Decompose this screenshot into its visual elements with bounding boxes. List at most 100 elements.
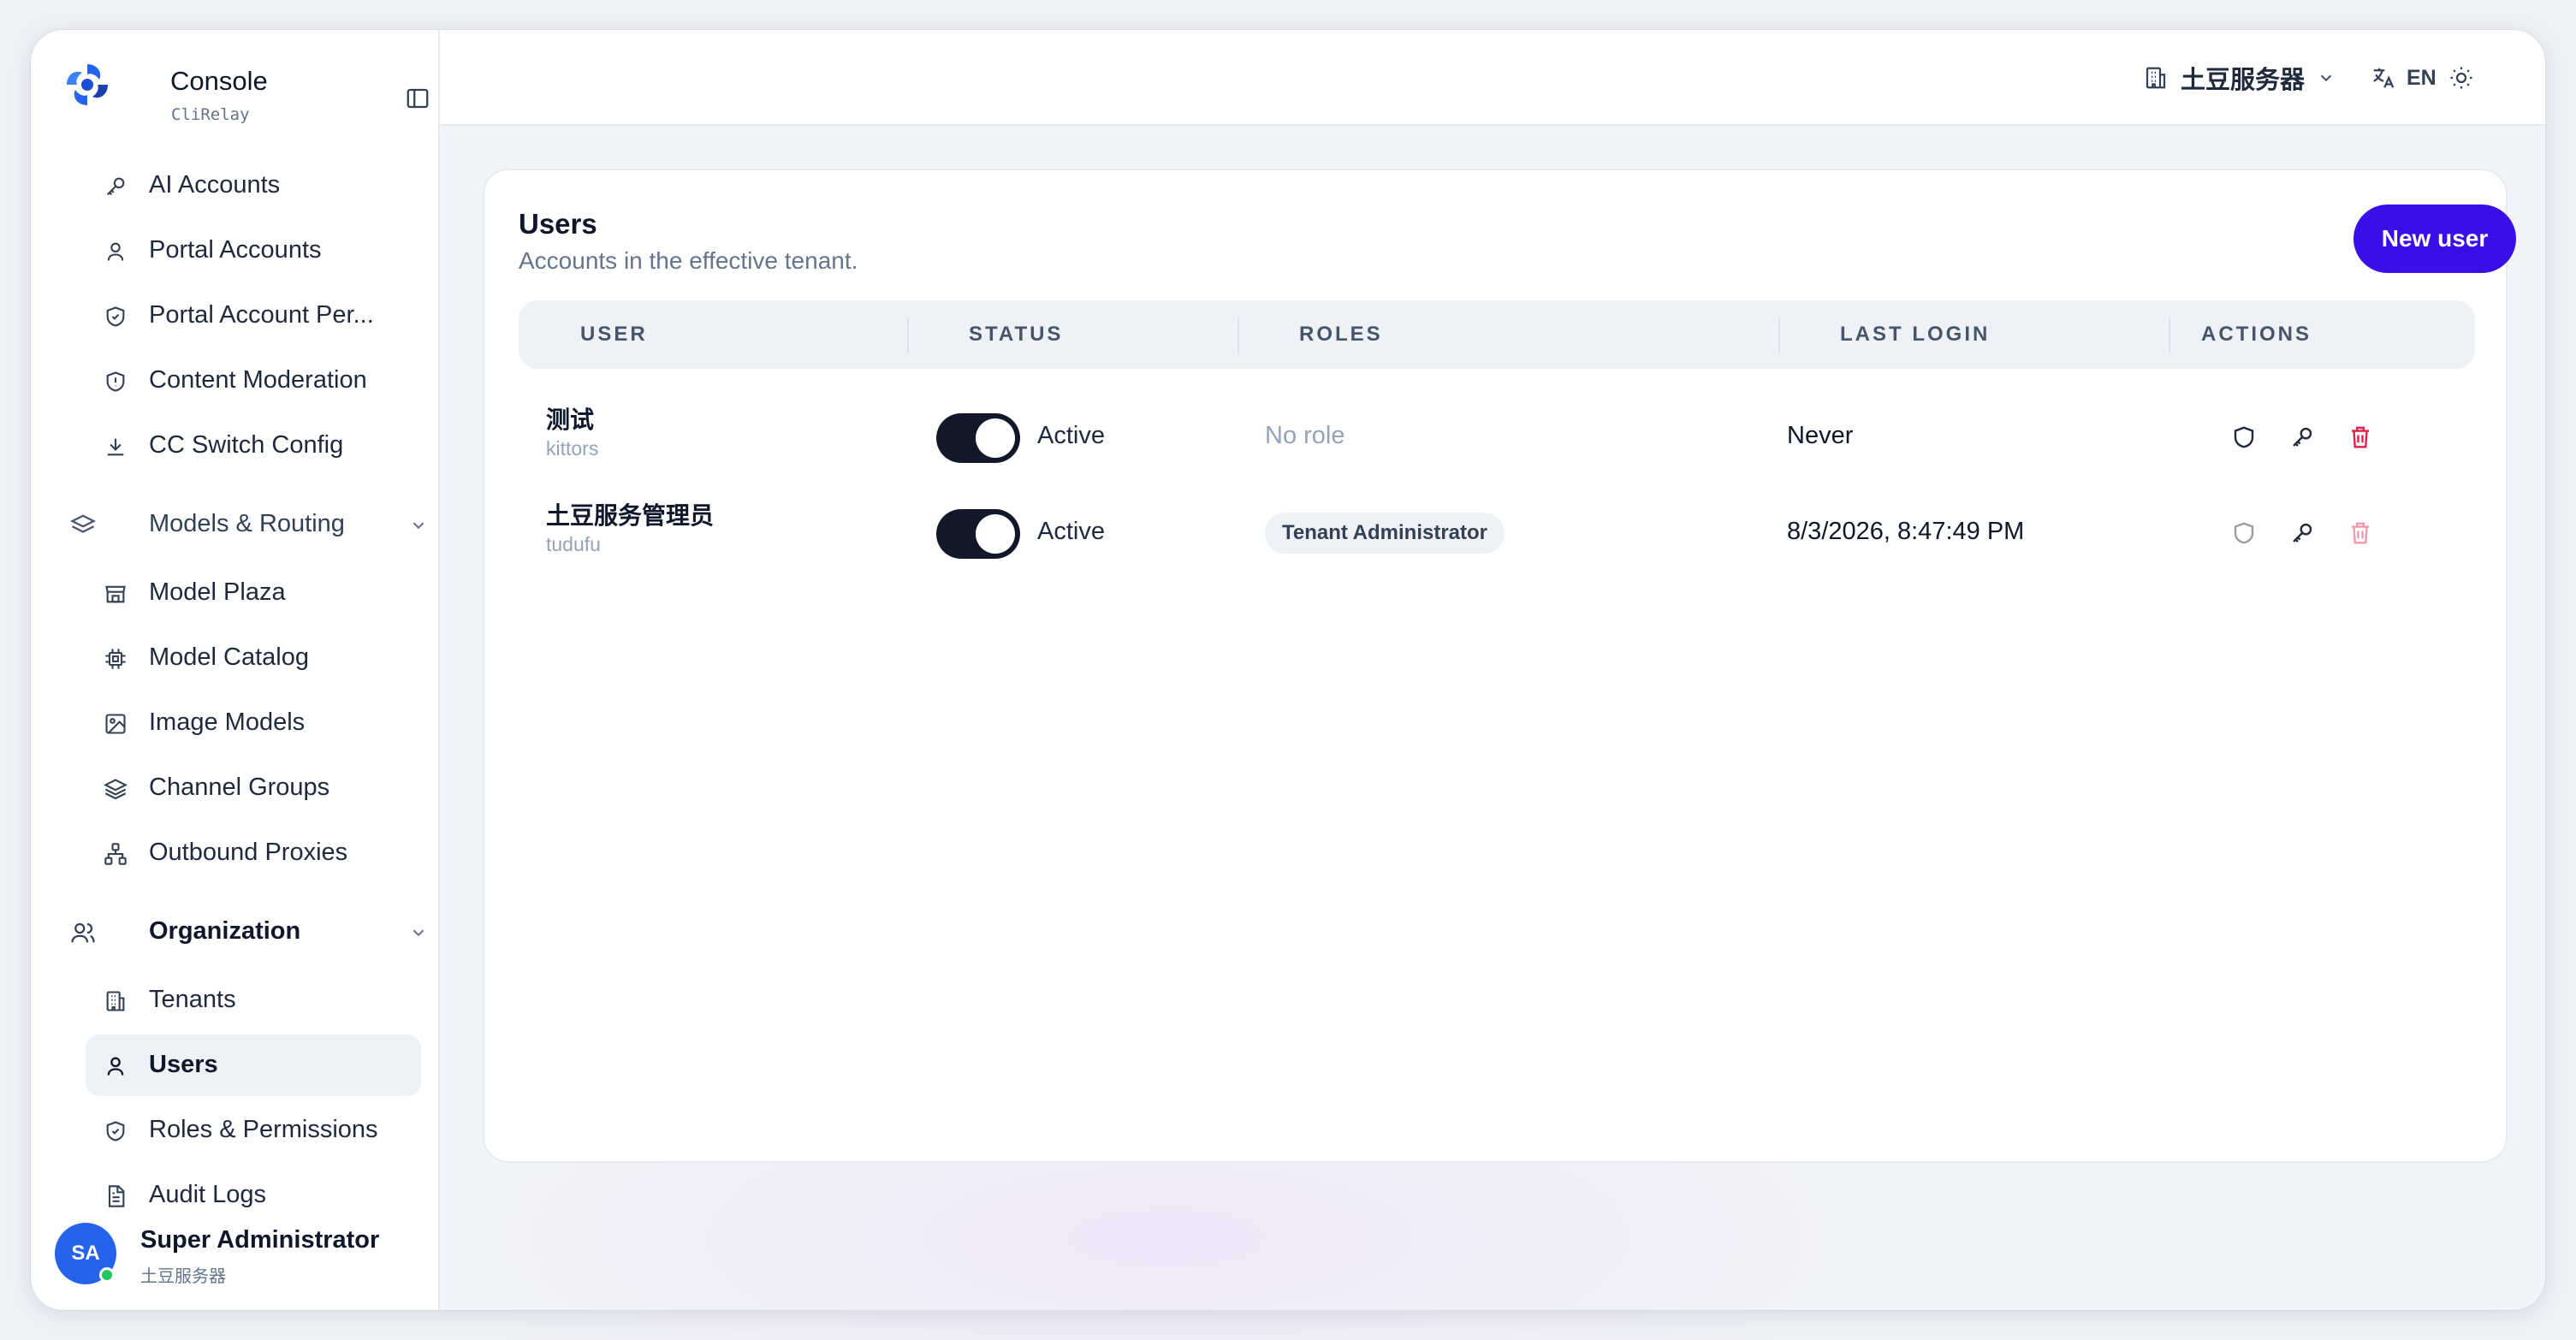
reset-password-button[interactable] [2285,516,2319,550]
sidebar-toggle-button[interactable] [402,83,433,114]
brand-logo-icon [67,64,108,105]
key-icon [103,174,128,199]
tenant-switcher-label: 土豆服务器 [2181,67,2306,94]
status-toggle[interactable] [936,413,1020,463]
sidebar-group-organization[interactable]: Organization [62,901,424,963]
key-icon [2293,427,2312,447]
user-login: tudufu [546,533,601,555]
page-subtitle: Accounts in the effective tenant. [519,247,858,274]
sidebar-item-label: Outbound Proxies [149,839,348,866]
user-display-name: 土豆服务管理员 [546,502,715,529]
trash-icon [2352,426,2369,448]
sidebar-item-label: Model Plaza [149,578,286,606]
sidebar-item-label: Portal Accounts [149,236,322,264]
store-icon [103,581,128,607]
building-icon [103,988,128,1014]
network-icon [103,841,128,867]
chevron-down-icon [413,929,424,937]
column-divider [2169,317,2170,353]
sidebar-item-label: CC Switch Config [149,431,344,459]
permissions-button[interactable] [2227,420,2261,454]
building-icon [2146,67,2166,89]
language-switcher[interactable]: EN [2371,59,2437,97]
last-login-value: Never [1787,422,1854,449]
trash-icon [2352,522,2369,544]
sidebar-item-image-models[interactable]: Image Models [86,692,421,754]
sidebar-item-cc-switch-config[interactable]: CC Switch Config [86,415,421,477]
sidebar-group-label: Organization [149,917,301,945]
sidebar-item-outbound-proxies[interactable]: Outbound Proxies [86,822,421,884]
shield-alert-icon [103,369,128,394]
table-header: USER STATUS ROLES LAST LOGIN ACTIONS [519,300,2475,369]
page-title: Users [519,208,597,240]
user-icon [103,1053,128,1079]
sidebar-item-portal-account-permissions[interactable]: Portal Account Per... [86,285,421,347]
sidebar-item-tenants[interactable]: Tenants [86,969,421,1031]
column-header-actions: ACTIONS [2201,323,2312,346]
user-icon [103,239,128,264]
user-login: kittors [546,437,599,460]
sun-icon [2450,67,2472,89]
delete-user-button[interactable] [2343,516,2377,550]
sidebar-group-label: Models & Routing [149,510,345,537]
file-text-icon [103,1183,128,1209]
sidebar-item-ai-accounts[interactable]: AI Accounts [86,155,421,216]
layers-icon [103,776,128,802]
user-profile[interactable]: SA Super Administrator 土豆服务器 [55,1216,414,1293]
app-window: Console CliRelay AI Accounts Portal Acco… [31,30,2545,1310]
translate-icon [2373,68,2395,88]
role-empty-label: No role [1265,422,1345,449]
table-row: 土豆服务管理员 tudufu Active Tenant Administrat… [519,483,2475,579]
sidebar-item-channel-groups[interactable]: Channel Groups [86,757,421,819]
theme-toggle-button[interactable] [2444,61,2478,95]
shield-check-icon [103,304,128,329]
column-header-user: USER [580,323,648,346]
image-icon [103,711,128,737]
permissions-button[interactable] [2227,516,2261,550]
column-header-last-login: LAST LOGIN [1840,323,1991,346]
sidebar-item-portal-accounts[interactable]: Portal Accounts [86,220,421,282]
last-login-value: 8/3/2026, 8:47:49 PM [1787,518,2025,545]
language-label: EN [2407,65,2437,90]
profile-name: Super Administrator [140,1226,380,1254]
column-header-status: STATUS [969,323,1064,346]
delete-user-button[interactable] [2343,420,2377,454]
profile-tenant: 土豆服务器 [140,1267,226,1286]
chevron-down-icon [2320,74,2332,82]
chevron-down-icon [413,522,424,530]
key-icon [2293,523,2312,543]
status-toggle[interactable] [936,509,1020,559]
users-card: Users Accounts in the effective tenant. … [484,170,2516,1161]
sidebar-item-content-moderation[interactable]: Content Moderation [86,350,421,412]
sidebar-item-model-plaza[interactable]: Model Plaza [86,562,421,624]
brand-subtitle: CliRelay [171,105,250,124]
sidebar-item-label: Channel Groups [149,774,330,801]
reset-password-button[interactable] [2285,420,2319,454]
topbar: 土豆服务器 EN [440,30,2545,126]
table-row: 测试 kittors Active No role Never [519,388,2475,483]
column-divider [1778,317,1780,353]
sidebar-item-users[interactable]: Users [86,1035,421,1096]
new-user-button[interactable]: New user [2353,205,2516,273]
sidebar-group-models-routing[interactable]: Models & Routing [62,494,424,555]
shield-check-icon [103,1118,128,1144]
brand-title: Console [170,66,268,96]
sidebar-item-label: Tenants [149,986,236,1013]
sidebar-item-model-catalog[interactable]: Model Catalog [86,627,421,689]
sidebar: Console CliRelay AI Accounts Portal Acco… [31,30,440,1310]
column-divider [1238,317,1239,353]
shield-icon [2234,426,2254,448]
tenant-switcher[interactable]: 土豆服务器 [2143,59,2336,97]
sidebar-item-label: Portal Account Per... [149,301,374,329]
sidebar-item-label: Model Catalog [149,643,309,671]
column-header-roles: ROLES [1299,323,1383,346]
role-badge: Tenant Administrator [1265,513,1505,554]
sidebar-item-roles-permissions[interactable]: Roles & Permissions [86,1100,421,1161]
user-display-name: 测试 [546,406,595,433]
column-divider [907,317,909,353]
cpu-icon [103,646,128,672]
download-icon [103,434,128,460]
status-label: Active [1037,518,1105,545]
brand[interactable]: Console CliRelay [62,49,429,138]
layers-icon [69,513,97,538]
